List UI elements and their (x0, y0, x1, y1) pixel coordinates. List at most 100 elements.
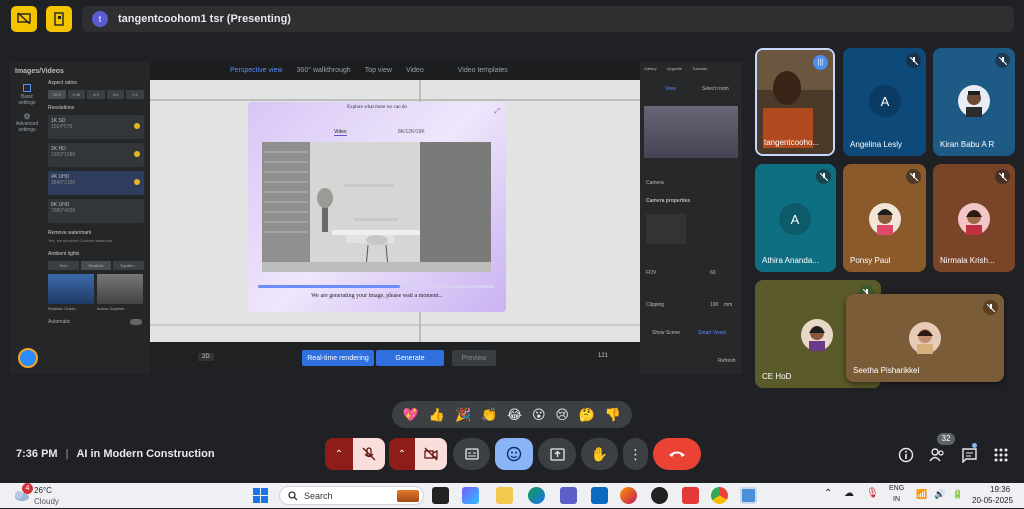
aspect-chip[interactable]: 16:9 (48, 90, 66, 99)
reaction-clap[interactable]: 👏 (481, 408, 497, 421)
generate-button[interactable]: Generate (376, 350, 444, 366)
volume-icon[interactable]: 🔊 (934, 489, 945, 500)
captions-button[interactable] (453, 438, 490, 470)
gallery-link[interactable]: Gallery (644, 66, 657, 71)
edge-icon[interactable] (528, 487, 545, 504)
dell-icon[interactable] (651, 487, 668, 504)
present-button[interactable] (538, 438, 576, 470)
modal-tab-resolution[interactable]: 8K/12K/16K (398, 129, 425, 135)
reaction-party[interactable]: 🎉 (455, 408, 471, 421)
upgrade-link[interactable]: Upgrade (667, 66, 682, 71)
fov-value[interactable]: 60 (710, 270, 716, 276)
language-code[interactable]: ENG (889, 485, 904, 492)
wifi-icon[interactable]: 📶 (916, 489, 927, 500)
ambient-tab[interactable]: Realistic (80, 261, 112, 270)
participant-tile[interactable]: ||| tangentcooho... (755, 48, 835, 156)
start-button[interactable] (252, 487, 269, 504)
chrome-icon[interactable] (711, 487, 728, 504)
participant-tile[interactable]: Nirmala Krish... (933, 164, 1015, 272)
realtime-rendering-button[interactable]: Real-time rendering (302, 350, 374, 366)
reaction-surprised[interactable]: 😮 (532, 408, 546, 421)
res-dims: 1024*576 (51, 124, 73, 130)
leave-call-button[interactable] (653, 438, 701, 470)
ambient-tab[interactable]: Equilibr... (113, 261, 145, 270)
tab-perspective[interactable]: Perspective view (230, 67, 283, 74)
right-tab-room[interactable]: Select room (702, 86, 729, 92)
reaction-thumbs-up[interactable]: 👍 (429, 408, 445, 421)
thumb-indoor[interactable] (97, 274, 143, 304)
ambient-tab[interactable]: Tech (48, 261, 79, 270)
assistant-bubble[interactable] (18, 348, 38, 368)
video-templates-link[interactable]: Video templates (458, 67, 508, 74)
file-explorer-icon[interactable] (496, 487, 513, 504)
camera-toggle-button[interactable] (415, 438, 447, 470)
store-icon[interactable] (591, 487, 608, 504)
right-tab-view[interactable]: View (665, 86, 676, 92)
microphone-icon[interactable]: 🎙 (866, 488, 879, 499)
mic-options-button[interactable]: ⌃ (325, 438, 353, 470)
chat-button[interactable] (959, 445, 979, 465)
reaction-sad[interactable]: 😢 (555, 408, 569, 421)
teams-icon[interactable] (560, 487, 577, 504)
refresh-button[interactable]: Refresh (718, 358, 736, 364)
people-button[interactable] (927, 445, 947, 465)
basic-settings-nav[interactable]: Basic settings (13, 84, 41, 106)
aspect-chip[interactable]: 9:16 (67, 90, 86, 99)
participant-tile[interactable]: Kiran Babu A R (933, 48, 1015, 156)
show-scene-button[interactable]: Show Scene (652, 330, 680, 336)
tab-360[interactable]: 360° walkthrough (297, 67, 351, 74)
reaction-thinking[interactable]: 🤔 (579, 408, 595, 421)
tab-top[interactable]: Top view (365, 67, 392, 74)
camera-fields[interactable] (646, 214, 686, 244)
chevron-up-icon[interactable]: ⌃ (824, 488, 832, 499)
clock-time[interactable]: 19:36 (990, 485, 1010, 494)
resolution-item[interactable]: 2K HD 1920*1080 (48, 143, 144, 167)
participant-name: tangentcooho... (764, 138, 820, 147)
view-mode-select[interactable]: 2D (198, 353, 214, 361)
clipping-value[interactable]: 100 (710, 302, 718, 308)
expand-icon[interactable]: ⤢ (494, 108, 500, 116)
tutorials-link[interactable]: Tutorials (692, 66, 707, 71)
participant-tile[interactable]: Seetha Pisharikkel (846, 294, 1004, 382)
more-options-button[interactable]: ⋮ (623, 438, 648, 470)
view-tabs: Perspective view 360° walkthrough Top vi… (230, 67, 508, 74)
taskbar-search[interactable]: Search (279, 486, 424, 505)
reactions-button[interactable] (495, 438, 533, 470)
reaction-laugh[interactable]: 😂 (507, 408, 522, 421)
resolution-item[interactable]: 4K UHD 3840*2160 (48, 171, 144, 195)
resolution-item[interactable]: 1K SD 1024*576 (48, 115, 144, 139)
view-thumbnail[interactable] (644, 106, 738, 158)
cloud-icon[interactable]: ☁ (844, 488, 854, 499)
modal-tab-video[interactable]: Video (334, 129, 347, 136)
reaction-heart[interactable]: 💖 (403, 408, 419, 421)
copilot-icon[interactable] (462, 487, 479, 504)
aspect-chip[interactable]: 3:4 (106, 90, 125, 99)
participant-name: Kiran Babu A R (940, 140, 995, 149)
battery-icon[interactable]: 🔋 (952, 489, 963, 500)
participant-tile[interactable]: A Athira Ananda... (755, 164, 836, 272)
preview-button[interactable]: Preview (452, 350, 496, 366)
meeting-details-button[interactable] (896, 445, 916, 465)
advanced-settings-nav[interactable]: ⚙ Advanced settings (13, 112, 41, 133)
automatic-label: Automatic (48, 319, 71, 325)
mic-toggle-button[interactable] (353, 438, 385, 470)
smart-views-button[interactable]: Smart Views (698, 330, 726, 336)
wps-icon[interactable] (682, 487, 699, 504)
task-view-icon[interactable] (432, 487, 449, 504)
participant-tile[interactable]: Ponsy Paul (843, 164, 926, 272)
activities-button[interactable] (991, 445, 1011, 465)
thumb-outdoor[interactable] (48, 274, 94, 304)
reaction-thumbs-down[interactable]: 👎 (605, 408, 621, 421)
screen-share-app-icon[interactable] (740, 487, 757, 504)
resolution-item[interactable]: 8K UHD 7680*4320 (48, 199, 144, 223)
aspect-chip[interactable]: 1:1 (126, 90, 144, 99)
layout-button[interactable] (46, 6, 72, 32)
camera-options-button[interactable]: ⌃ (389, 438, 415, 470)
raise-hand-button[interactable]: ✋ (581, 438, 618, 470)
automatic-toggle[interactable] (130, 319, 142, 325)
participant-tile[interactable]: A Angelina Lesly (843, 48, 926, 156)
stop-presenting-button[interactable] (11, 6, 37, 32)
tab-video[interactable]: Video (406, 67, 424, 74)
firefox-icon[interactable] (620, 487, 637, 504)
aspect-chip[interactable]: 4:3 (87, 90, 105, 99)
